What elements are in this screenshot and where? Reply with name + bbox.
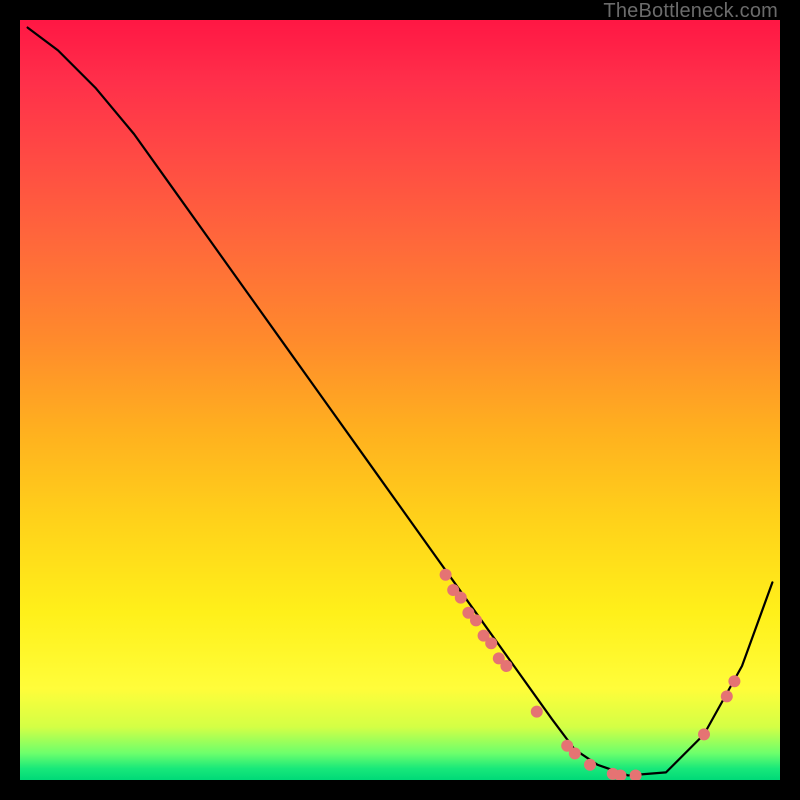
data-point <box>447 584 459 596</box>
data-point <box>698 728 710 740</box>
data-point <box>569 747 581 759</box>
data-point <box>500 660 512 672</box>
data-point <box>721 690 733 702</box>
data-point <box>607 768 619 780</box>
plot-area <box>20 20 780 780</box>
data-point <box>470 614 482 626</box>
chart-svg <box>20 20 780 780</box>
data-point <box>614 769 626 780</box>
curve-line <box>28 28 773 776</box>
data-point <box>485 637 497 649</box>
data-point <box>531 706 543 718</box>
data-point <box>455 592 467 604</box>
data-point <box>728 675 740 687</box>
data-point <box>630 769 642 780</box>
data-points <box>440 569 741 780</box>
curve-path <box>28 28 773 776</box>
data-point <box>478 630 490 642</box>
data-point <box>561 740 573 752</box>
data-point <box>440 569 452 581</box>
data-point <box>584 759 596 771</box>
chart-container: TheBottleneck.com <box>0 0 800 800</box>
data-point <box>462 607 474 619</box>
data-point <box>493 652 505 664</box>
